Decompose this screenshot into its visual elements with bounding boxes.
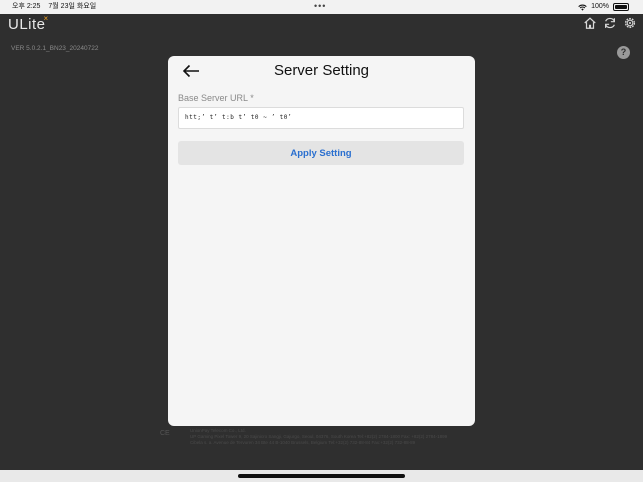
refresh-icon[interactable] (603, 16, 617, 30)
app-logo: ULite× (8, 14, 51, 33)
footer-line: Cibela s. a. Avenue de Tervuren 34 Bte 4… (190, 440, 416, 445)
dialog-title: Server Setting (273, 62, 370, 79)
status-time: 오후 2:25 (12, 3, 41, 10)
base-server-url-label: Base Server URL * (178, 93, 254, 103)
app-bar: ULite× (0, 14, 643, 38)
status-right: 100% (578, 0, 629, 14)
multitasking-dots[interactable]: ••• (314, 0, 326, 12)
ce-mark: CE (160, 430, 170, 437)
status-date: 7월 23일 화요일 (48, 3, 97, 10)
home-indicator[interactable] (238, 474, 405, 478)
status-left: 오후 2:25 7월 23일 화요일 (12, 0, 102, 14)
base-server-url-input[interactable]: htt;’ t’ t:b t’ t0 ~ ’ t0’ (178, 107, 464, 129)
status-bar: 오후 2:25 7월 23일 화요일 ••• 100% (0, 0, 643, 14)
wifi-icon (578, 4, 587, 11)
logo-accent: × (43, 14, 49, 23)
help-icon[interactable]: ? (617, 46, 630, 59)
app-bar-actions (583, 16, 637, 30)
home-icon[interactable] (583, 16, 597, 30)
battery-percent: 100% (591, 3, 609, 10)
footer-lines: UnionPay Telecom Co., Ltd. UP Gaming Pix… (190, 428, 490, 446)
server-setting-dialog: Server Setting Base Server URL * htt;’ t… (168, 56, 475, 426)
version-label: VER 5.0.2.1_BN23_20240722 (11, 45, 99, 52)
apply-setting-button[interactable]: Apply Setting (178, 141, 464, 165)
logo-text: ULite (8, 16, 46, 33)
battery-icon (613, 3, 629, 11)
settings-icon[interactable] (623, 16, 637, 30)
